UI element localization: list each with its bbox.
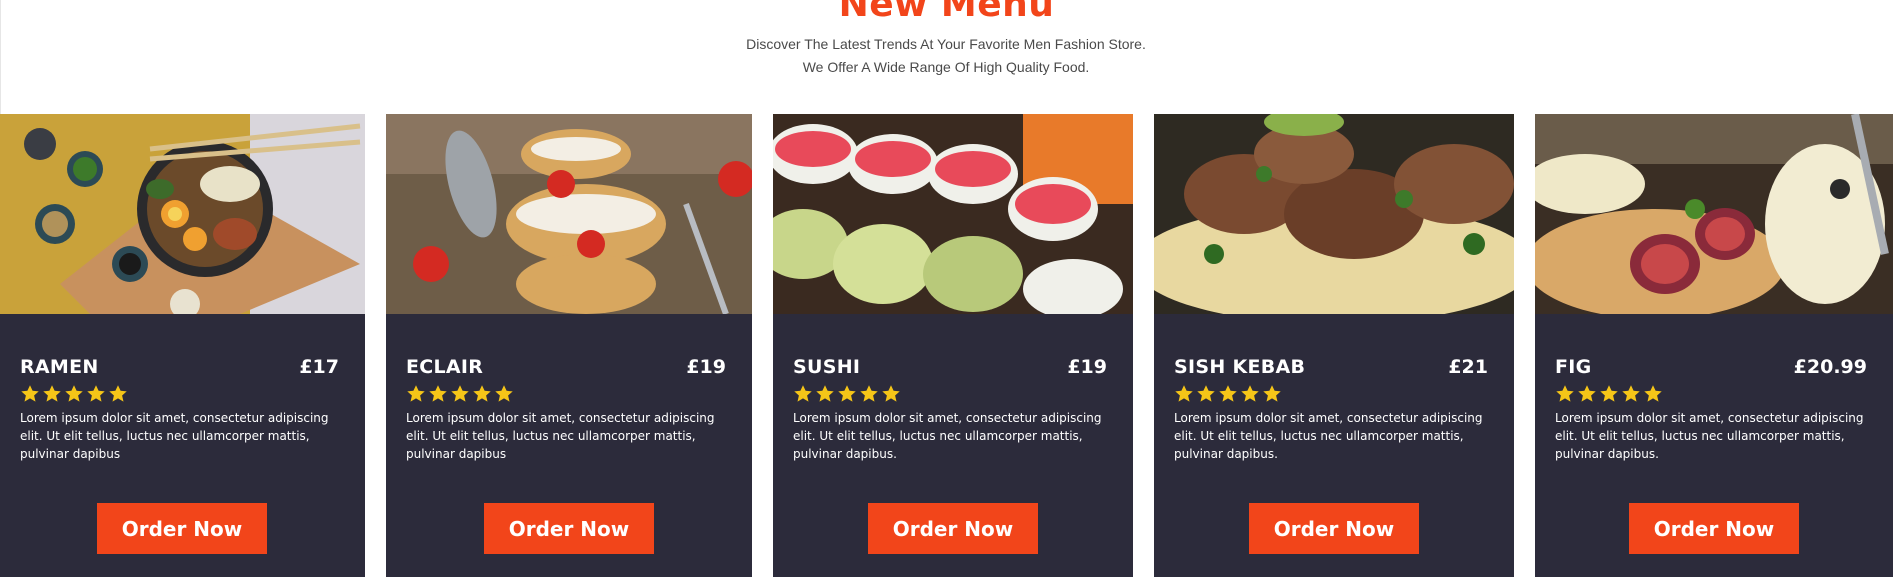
dish-name: RAMEN [20, 356, 99, 378]
star-icon [43, 385, 61, 402]
ramen-image [0, 114, 365, 314]
dish-name: SISH KEBAB [1174, 356, 1306, 378]
star-icon [1263, 385, 1281, 402]
star-icon [429, 385, 447, 402]
dish-name: ECLAIR [406, 356, 484, 378]
menu-card-sushi: SUSHI £19 Lorem ipsum dolor sit amet, co… [773, 114, 1133, 577]
rating-stars [1555, 384, 1867, 404]
order-now-button[interactable]: Order Now [97, 503, 267, 554]
dish-price: £17 [299, 356, 339, 378]
kebab-image [1154, 114, 1514, 314]
star-icon [451, 385, 469, 402]
star-icon [816, 385, 834, 402]
rating-stars [793, 384, 1107, 404]
star-icon [1600, 385, 1618, 402]
star-icon [1622, 385, 1640, 402]
sushi-image [773, 114, 1133, 314]
star-icon [882, 385, 900, 402]
order-now-button[interactable]: Order Now [1629, 503, 1799, 554]
rating-stars [20, 384, 339, 404]
dish-description: Lorem ipsum dolor sit amet, consectetur … [20, 411, 329, 461]
fig-image [1535, 114, 1893, 314]
star-icon [473, 385, 491, 402]
order-now-button[interactable]: Order Now [484, 503, 654, 554]
star-icon [87, 385, 105, 402]
card-body: FIG £20.99 Lorem ipsum dolor sit amet, c… [1555, 358, 1867, 463]
star-icon [860, 385, 878, 402]
star-icon [495, 385, 513, 402]
star-icon [794, 385, 812, 402]
menu-cards: RAMEN £17 Lorem ipsum dolor sit amet, co… [0, 114, 1893, 577]
section-subtitle: Discover The Latest Trends At Your Favor… [746, 36, 1146, 75]
dish-price: £20.99 [1793, 356, 1867, 378]
card-body: RAMEN £17 Lorem ipsum dolor sit amet, co… [20, 358, 339, 463]
order-now-button[interactable]: Order Now [1249, 503, 1419, 554]
dish-price: £19 [686, 356, 726, 378]
menu-card-sish-kebab: SISH KEBAB £21 Lorem ipsum dolor sit ame… [1154, 114, 1514, 577]
dish-price: £21 [1448, 356, 1488, 378]
dish-name: SUSHI [793, 356, 861, 378]
menu-card-ramen: RAMEN £17 Lorem ipsum dolor sit amet, co… [0, 114, 365, 577]
eclair-image [386, 114, 752, 314]
rating-stars [1174, 384, 1488, 404]
menu-card-eclair: ECLAIR £19 Lorem ipsum dolor sit amet, c… [386, 114, 752, 577]
star-icon [65, 385, 83, 402]
dish-description: Lorem ipsum dolor sit amet, consectetur … [1555, 411, 1864, 461]
rating-stars [406, 384, 726, 404]
card-body: SUSHI £19 Lorem ipsum dolor sit amet, co… [793, 358, 1107, 463]
dish-description: Lorem ipsum dolor sit amet, consectetur … [793, 411, 1102, 461]
star-icon [1175, 385, 1193, 402]
dish-description: Lorem ipsum dolor sit amet, consectetur … [1174, 411, 1483, 461]
star-icon [1578, 385, 1596, 402]
dish-description: Lorem ipsum dolor sit amet, consectetur … [406, 411, 715, 461]
dish-price: £19 [1067, 356, 1107, 378]
star-icon [1241, 385, 1259, 402]
star-icon [407, 385, 425, 402]
star-icon [1219, 385, 1237, 402]
star-icon [109, 385, 127, 402]
card-body: SISH KEBAB £21 Lorem ipsum dolor sit ame… [1174, 358, 1488, 463]
star-icon [1644, 385, 1662, 402]
star-icon [838, 385, 856, 402]
order-now-button[interactable]: Order Now [868, 503, 1038, 554]
menu-card-fig: FIG £20.99 Lorem ipsum dolor sit amet, c… [1535, 114, 1893, 577]
section-title: New Menu [838, 0, 1055, 25]
card-body: ECLAIR £19 Lorem ipsum dolor sit amet, c… [406, 358, 726, 463]
star-icon [1197, 385, 1215, 402]
star-icon [21, 385, 39, 402]
star-icon [1556, 385, 1574, 402]
